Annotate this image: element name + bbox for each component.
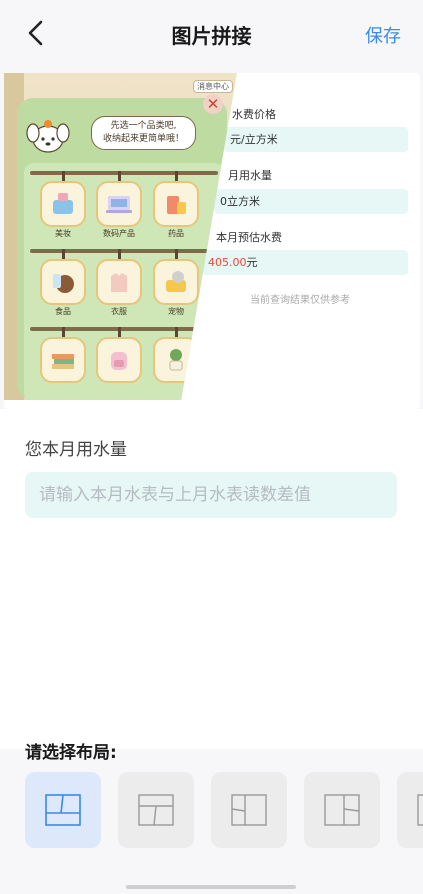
layout-1-icon — [45, 794, 81, 826]
bubble-line-1: 先选一个品类吧, — [110, 121, 177, 131]
layout-4-icon — [324, 794, 360, 826]
category-pet[interactable] — [153, 259, 199, 305]
peg — [118, 171, 121, 181]
collage-preview: 水费价格 元/立方米 月用水量 0立方米 本月预估水费 405.00元 当前查询… — [4, 73, 420, 409]
message-center-badge: 消息中心 — [193, 80, 233, 93]
dog-mascot-icon — [26, 120, 70, 153]
peg — [118, 249, 121, 259]
medicine-icon — [167, 196, 186, 214]
save-button[interactable]: 保存 — [365, 22, 401, 48]
peg — [175, 171, 178, 181]
layout-option-3[interactable] — [211, 772, 287, 848]
water-usage-section — [0, 409, 423, 749]
category-label-medicine: 药品 — [168, 229, 184, 238]
estimate-unit: 元 — [246, 256, 258, 269]
food-icon — [53, 274, 74, 293]
peg — [62, 327, 65, 337]
laptop-icon — [106, 196, 132, 213]
layout-option-2[interactable] — [118, 772, 194, 848]
cosmetics-icon — [53, 193, 73, 214]
category-cosmetics[interactable] — [40, 181, 86, 227]
water-usage-input[interactable] — [25, 472, 397, 518]
bubble-line-2: 收纳起来更简单哦！ — [102, 134, 184, 144]
category-medicine[interactable] — [153, 181, 199, 227]
layout-2-icon — [138, 794, 174, 826]
usage-label: 月用水量 — [228, 169, 272, 182]
layout-picker-title: 请选择布局: — [25, 743, 117, 763]
peg — [62, 171, 65, 181]
category-label-clothes: 衣服 — [111, 307, 127, 316]
category-label-cosmetics: 美妆 — [55, 229, 71, 238]
layout-3-icon — [231, 794, 267, 826]
estimate-label: 本月预估水费 — [216, 231, 282, 244]
books-icon — [52, 354, 74, 369]
water-usage-label: 您本月用水量 — [25, 440, 127, 460]
layout-option-5[interactable] — [397, 772, 423, 848]
clothes-icon — [111, 273, 127, 292]
category-food[interactable] — [40, 259, 86, 305]
layout-5-icon — [417, 794, 423, 826]
peg — [62, 249, 65, 259]
usage-field: 0立方米 — [214, 189, 408, 214]
shelf-rail — [30, 327, 218, 331]
backpack-icon — [111, 352, 127, 370]
plant-icon — [169, 349, 183, 371]
estimate-field: 405.00元 — [202, 250, 408, 275]
layout-option-1[interactable] — [25, 772, 101, 848]
layout-option-4[interactable] — [304, 772, 380, 848]
category-label-pet: 宠物 — [168, 307, 184, 316]
category-clothes[interactable] — [96, 259, 142, 305]
peg — [175, 249, 178, 259]
pet-icon — [166, 271, 186, 292]
home-indicator — [126, 885, 296, 889]
disclaimer-note: 当前查询结果仅供参考 — [250, 295, 350, 306]
category-digital[interactable] — [96, 181, 142, 227]
category-books[interactable] — [40, 337, 86, 383]
speech-bubble: 先选一个品类吧, 收纳起来更简单哦！ — [91, 116, 196, 150]
peg — [118, 327, 121, 337]
price-field: 元/立方米 — [224, 127, 408, 152]
estimate-value: 405.00 — [208, 256, 247, 269]
shelf-rail — [30, 249, 218, 253]
price-label: 水费价格 — [232, 108, 276, 121]
peg — [175, 327, 178, 337]
page-title: 图片拼接 — [171, 24, 252, 48]
top-bar: 图片拼接 保存 — [0, 0, 423, 66]
price-value: 元/立方米 — [230, 133, 278, 146]
usage-value: 0立方米 — [220, 195, 260, 208]
category-bags[interactable] — [96, 337, 142, 383]
category-label-digital: 数码产品 — [103, 229, 135, 238]
shelf-rail — [30, 171, 218, 175]
category-label-food: 食品 — [55, 307, 71, 316]
close-icon[interactable]: ✕ — [203, 94, 223, 114]
